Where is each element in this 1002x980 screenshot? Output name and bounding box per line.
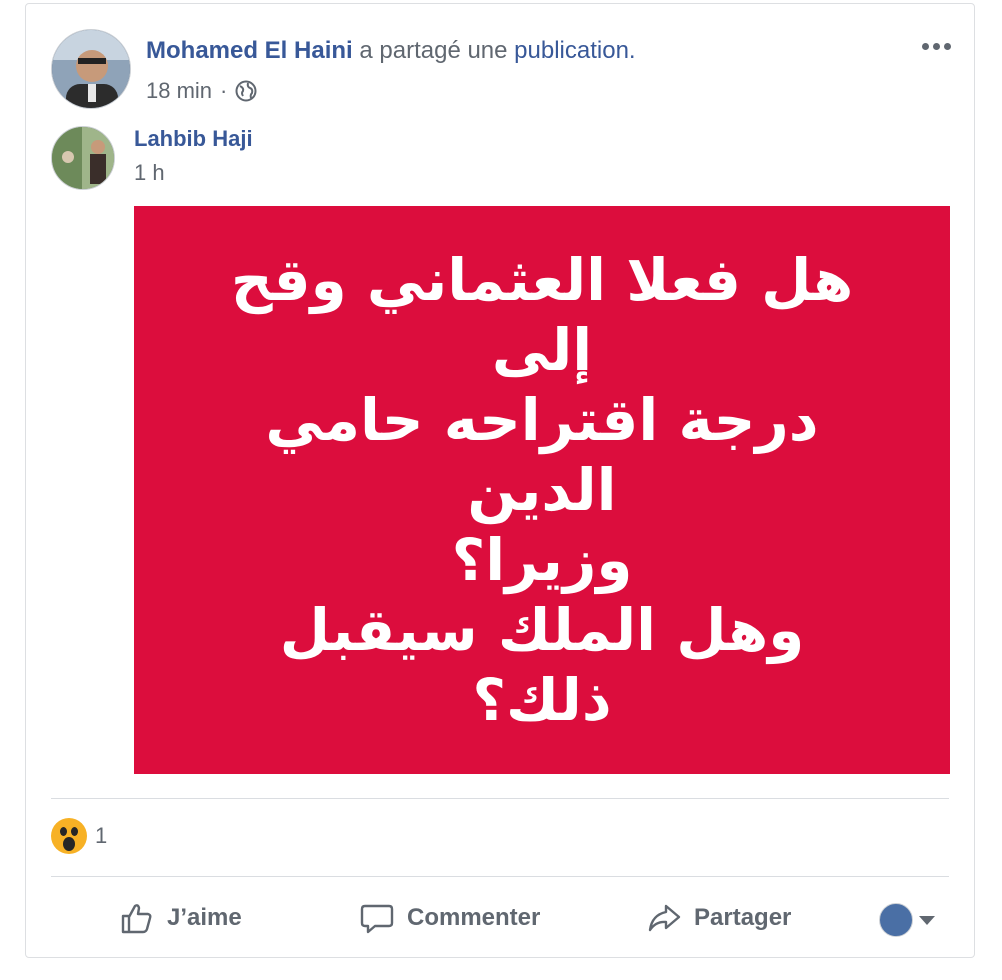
thumbs-up-icon — [121, 904, 152, 934]
reaction-count: 1 — [95, 823, 108, 848]
like-button[interactable]: J’aime — [119, 900, 242, 936]
author-photo — [52, 30, 130, 108]
reactions-summary[interactable]: 1 — [51, 818, 107, 854]
publication-link[interactable]: publication. — [514, 37, 635, 64]
like-label: J’aime — [167, 904, 242, 931]
shared-text: a partagé une — [352, 37, 515, 64]
shared-author-name[interactable]: Lahbib Haji — [134, 126, 253, 152]
divider — [51, 876, 949, 877]
action-bar: J’aime Commenter Partager — [51, 888, 949, 944]
shared-post-time[interactable]: 1 h — [134, 160, 165, 186]
post-image[interactable]: هل فعلا العثماني وقح إلى درجة اقتراحه حا… — [134, 206, 950, 774]
more-options-icon[interactable] — [916, 34, 956, 58]
comment-icon — [360, 904, 394, 934]
share-icon — [648, 904, 681, 932]
comment-button[interactable]: Commenter — [359, 900, 540, 936]
audience-selector[interactable] — [879, 903, 935, 937]
post-time[interactable]: 18 min — [146, 78, 212, 104]
author-name-link[interactable]: Mohamed El Haini — [146, 37, 353, 64]
post-meta: 18 min · — [146, 78, 257, 104]
wow-icon — [51, 818, 87, 854]
globe-icon[interactable] — [235, 80, 257, 102]
user-avatar — [879, 903, 913, 937]
share-label: Partager — [694, 904, 792, 931]
shared-author-photo — [52, 127, 114, 189]
shared-author-avatar[interactable] — [51, 126, 115, 190]
post-card: Mohamed El Haini a partagé une publicati… — [25, 3, 975, 958]
comment-label: Commenter — [407, 904, 541, 931]
meta-separator: · — [220, 78, 228, 103]
chevron-down-icon — [919, 915, 935, 925]
post-header: Mohamed El Haini a partagé une publicati… — [146, 37, 636, 65]
author-avatar[interactable] — [51, 29, 131, 109]
share-button[interactable]: Partager — [646, 900, 791, 936]
post-image-text: هل فعلا العثماني وقح إلى درجة اقتراحه حا… — [230, 246, 854, 734]
divider — [51, 798, 949, 799]
